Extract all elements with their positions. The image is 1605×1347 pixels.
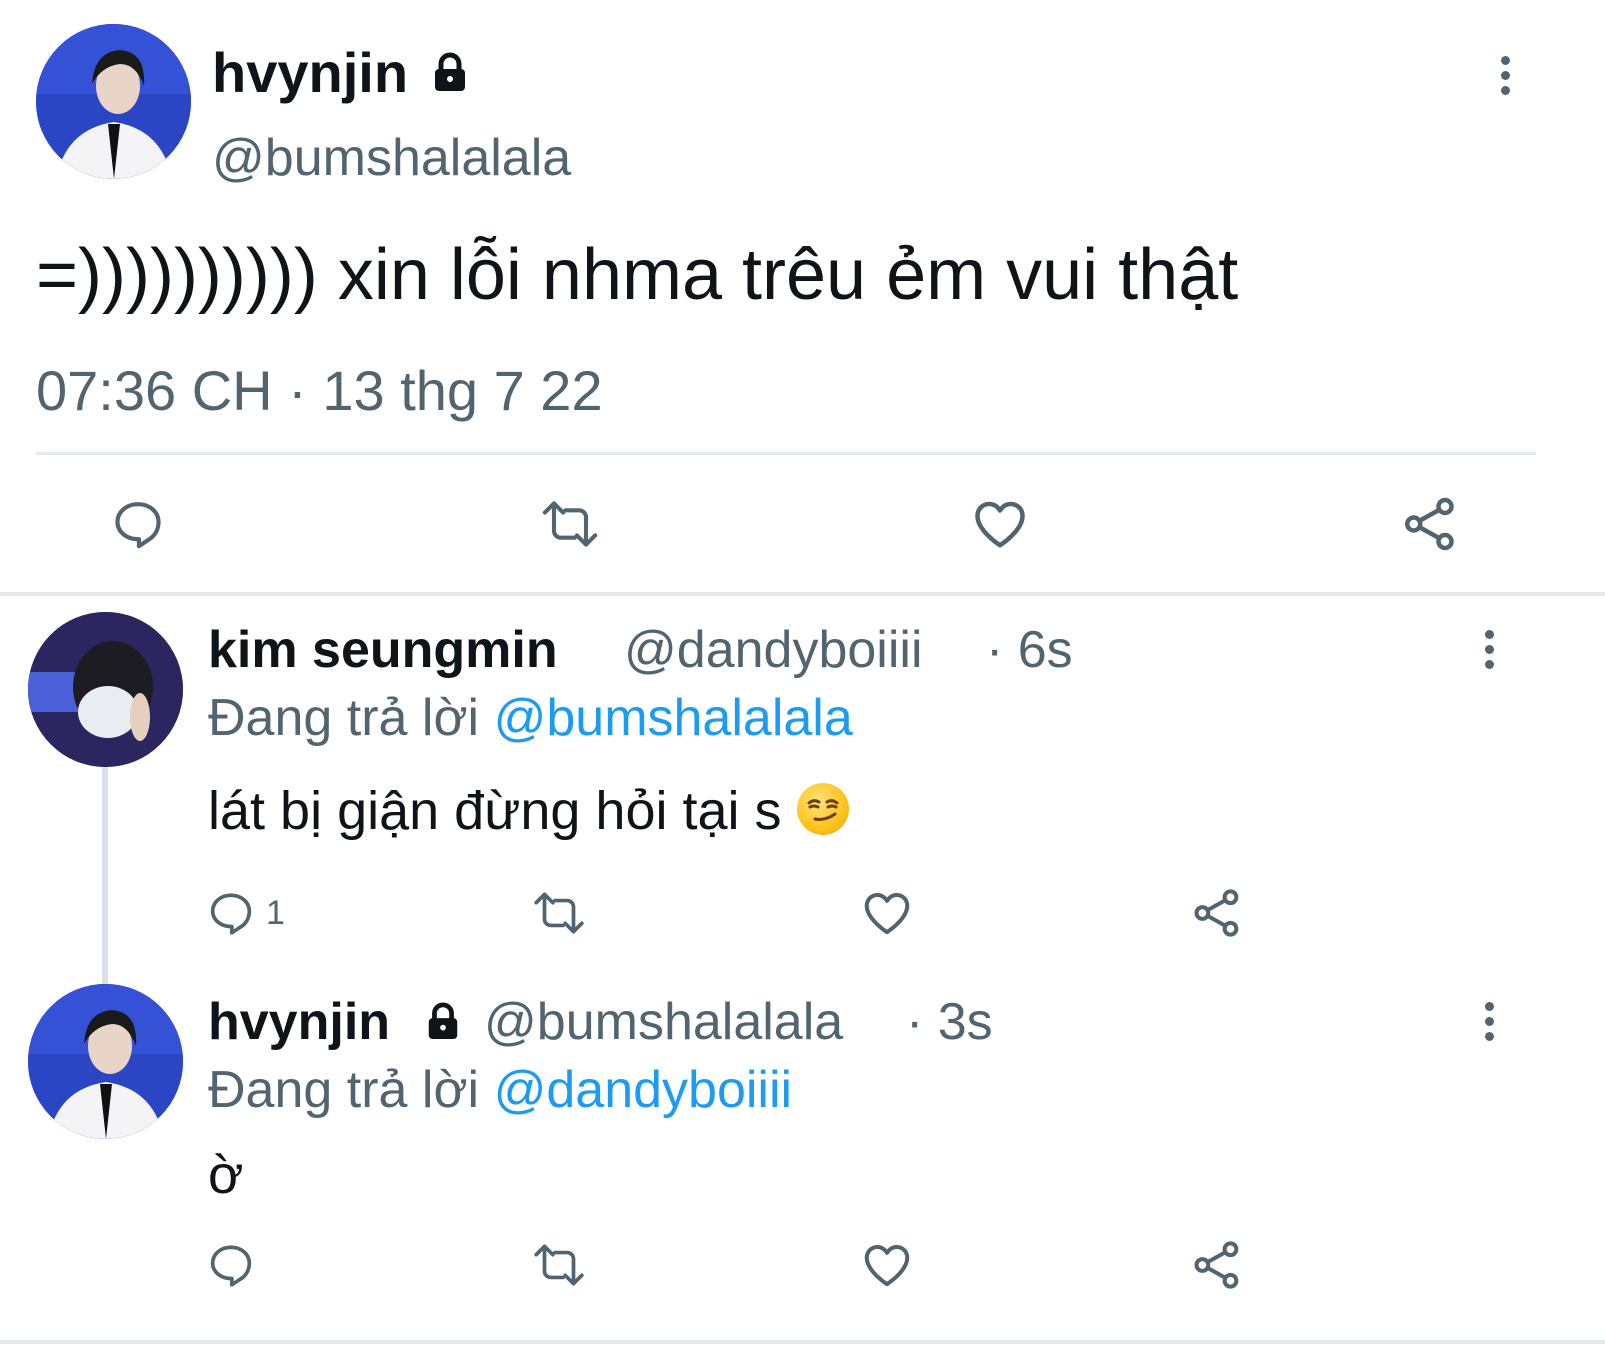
- tweet-timestamp: 07:36 CH · 13 thg 7 22: [36, 359, 603, 422]
- replying-to-link[interactable]: @dandyboiiii: [494, 1061, 793, 1119]
- reply-text: ờ: [208, 1145, 244, 1205]
- retweet-icon[interactable]: [530, 1240, 588, 1290]
- reply-time: · 3s: [906, 993, 993, 1051]
- share-icon[interactable]: [1190, 1238, 1244, 1292]
- reply-text: lát bị giận đừng hỏi tại s: [208, 781, 782, 841]
- like-icon[interactable]: [860, 1238, 914, 1292]
- reply-display-name[interactable]: hvynjin: [208, 992, 390, 1052]
- thread-line: [102, 764, 108, 984]
- comment-icon[interactable]: [110, 496, 166, 552]
- more-icon[interactable]: [1484, 630, 1494, 675]
- retweet-icon[interactable]: [538, 496, 602, 552]
- replying-label: Đang trả lời: [208, 689, 480, 747]
- reply-handle[interactable]: @dandyboiiii: [624, 620, 923, 680]
- display-name[interactable]: hvynjin: [212, 40, 408, 105]
- share-icon[interactable]: [1190, 886, 1244, 940]
- reply-handle[interactable]: @bumshalalala: [484, 992, 843, 1052]
- reply-avatar[interactable]: [28, 612, 183, 767]
- retweet-icon[interactable]: [530, 888, 588, 938]
- divider: [36, 452, 1536, 455]
- comment-icon[interactable]: [206, 888, 256, 938]
- section-divider: [0, 592, 1605, 596]
- tweet-text: =)))))))))) xin lỗi nhma trêu ẻm vui thậ…: [36, 235, 1239, 315]
- more-icon[interactable]: [1484, 1002, 1494, 1047]
- replying-label: Đang trả lời: [208, 1061, 480, 1119]
- smirking-face-emoji: [796, 783, 849, 835]
- share-icon[interactable]: [1400, 494, 1460, 554]
- lock-icon: [424, 1002, 462, 1040]
- reply-avatar[interactable]: [28, 984, 183, 1139]
- more-icon[interactable]: [1500, 56, 1510, 101]
- user-handle[interactable]: @bumshalalala: [212, 128, 571, 188]
- reply-display-name[interactable]: kim seungmin: [208, 620, 558, 680]
- divider: [0, 1340, 1605, 1344]
- like-icon[interactable]: [860, 886, 914, 940]
- replying-to-link[interactable]: @bumshalalala: [494, 689, 853, 747]
- comment-icon[interactable]: [206, 1240, 256, 1290]
- avatar[interactable]: [36, 24, 191, 179]
- reply-time: · 6s: [986, 621, 1073, 679]
- lock-icon: [430, 52, 470, 92]
- reply-count: 1: [266, 894, 285, 932]
- like-icon[interactable]: [970, 494, 1030, 554]
